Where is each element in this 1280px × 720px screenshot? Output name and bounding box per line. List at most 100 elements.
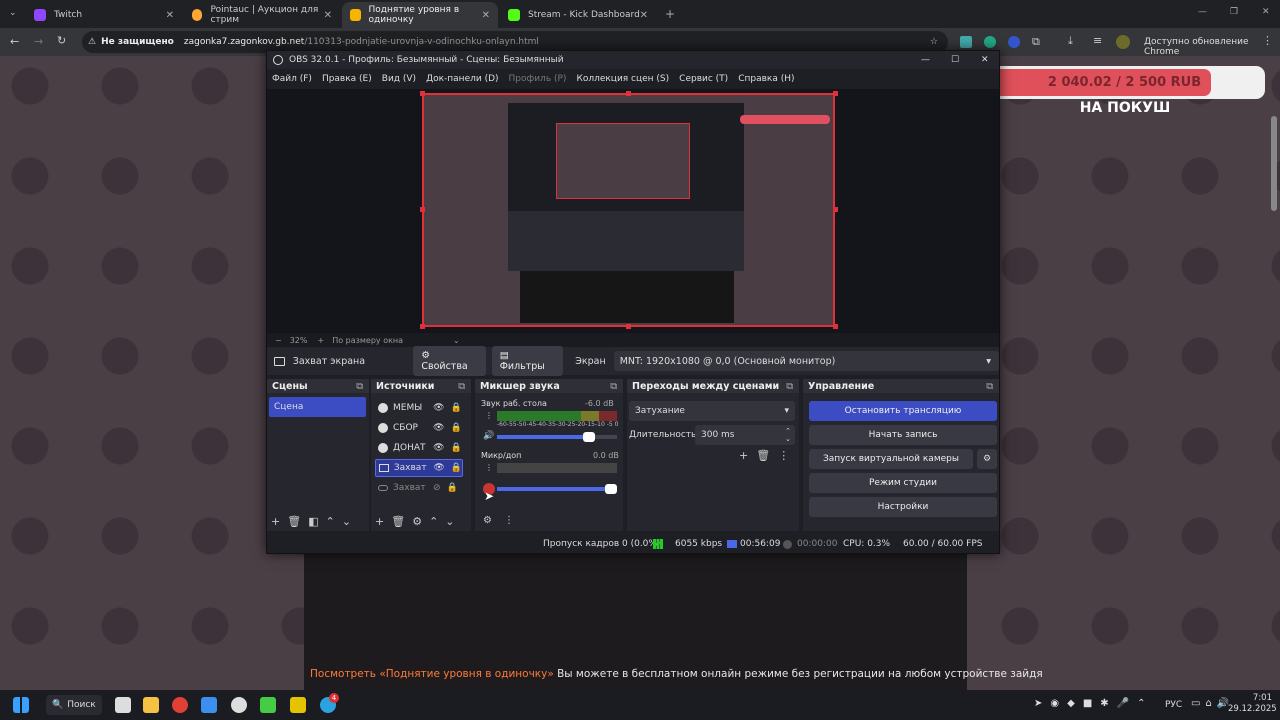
menu-dots-icon[interactable]: ⋮ — [504, 515, 514, 526]
title-link[interactable]: Посмотреть «Поднятие уровня в одиночку» — [310, 668, 554, 680]
lock-icon[interactable]: 🔒 — [450, 403, 461, 413]
resize-handle[interactable] — [420, 324, 425, 329]
eye-icon[interactable]: 👁 — [433, 443, 444, 453]
nvidia-tray-icon[interactable]: ■ — [1083, 698, 1100, 709]
menu-view[interactable]: Вид (V) — [382, 74, 416, 84]
screen-select[interactable]: MNT: 1920x1080 @ 0,0 (Основной монитор) … — [613, 351, 999, 371]
studio-mode-button[interactable]: Режим студии — [809, 473, 997, 493]
transition-select[interactable]: Затухание ▾ — [629, 401, 795, 421]
arrow-down-icon[interactable]: ⌄ — [445, 515, 461, 528]
spinner-icon[interactable]: ⌃ ⌄ — [785, 427, 791, 443]
chevron-up-icon[interactable]: ⌃ — [1137, 698, 1153, 709]
zoom-fit-select[interactable]: По размеру окна — [332, 336, 403, 345]
resize-handle[interactable] — [833, 324, 838, 329]
bookmark-star-icon[interactable]: ☆ — [930, 37, 938, 47]
tab-list-chevron-icon[interactable]: ⌄ — [9, 8, 17, 18]
clock[interactable]: 7:01 29.12.2025 — [1228, 693, 1277, 715]
menu-docks[interactable]: Док-панели (D) — [426, 74, 498, 84]
trash-icon[interactable]: 🗑 — [756, 449, 778, 462]
chrome-icon[interactable] — [172, 697, 188, 713]
volume-slider-knob[interactable] — [583, 432, 595, 442]
lock-icon[interactable]: 🔒 — [451, 463, 462, 473]
menu-dots-icon[interactable]: ⋮ — [485, 463, 493, 472]
task-view-icon[interactable] — [115, 697, 131, 713]
windows-start-icon[interactable] — [13, 697, 29, 713]
app-icon[interactable] — [290, 697, 306, 713]
zoom-out-button[interactable]: − — [275, 336, 282, 345]
tab-twitch[interactable]: Twitch ✕ — [26, 2, 182, 28]
preview-canvas[interactable] — [267, 89, 999, 333]
tab-kick[interactable]: Stream - Kick Dashboard ✕ — [500, 2, 656, 28]
arrow-down-icon[interactable]: ⌄ — [342, 515, 358, 528]
add-icon[interactable]: + — [375, 515, 391, 528]
source-item[interactable]: ДОНАТ 👁 🔒 — [375, 439, 463, 457]
filter-icon[interactable]: ◧ — [308, 515, 325, 528]
obs-icon[interactable] — [231, 697, 247, 713]
menu-dots-icon[interactable]: ⋮ — [1262, 34, 1273, 47]
forward-icon[interactable]: → — [34, 35, 43, 48]
close-window-icon[interactable]: ✕ — [1262, 7, 1270, 17]
close-icon[interactable]: ✕ — [482, 10, 490, 21]
media-icon[interactable]: ≡ — [1093, 34, 1102, 47]
extension-icon[interactable] — [984, 36, 996, 48]
resize-handle[interactable] — [833, 207, 838, 212]
start-virtual-camera-button[interactable]: Запуск виртуальной камеры — [809, 449, 973, 469]
stop-streaming-button[interactable]: Остановить трансляцию — [809, 401, 997, 421]
undock-icon[interactable]: ⧉ — [458, 381, 465, 392]
steam-tray-icon[interactable]: ◉ — [1050, 698, 1067, 709]
arrow-up-icon[interactable]: ⌃ — [429, 515, 445, 528]
resize-handle[interactable] — [420, 207, 425, 212]
tab-solo-leveling[interactable]: Поднятие уровня в одиночку ✕ — [342, 2, 498, 28]
volume-slider-track[interactable] — [497, 484, 617, 494]
menu-dots-icon[interactable]: ⋮ — [485, 411, 493, 420]
resize-handle[interactable] — [626, 324, 631, 329]
reload-icon[interactable]: ↻ — [57, 34, 66, 47]
arrow-up-icon[interactable]: ⌃ — [326, 515, 342, 528]
volume-slider-track[interactable] — [497, 432, 617, 442]
telegram-tray-icon[interactable]: ➤ — [1034, 698, 1050, 709]
source-item[interactable]: МЕМЫ 👁 🔒 — [375, 399, 463, 417]
maximize-icon[interactable]: ☐ — [951, 55, 959, 65]
download-icon[interactable]: ⤓ — [1068, 34, 1073, 48]
microphone-icon[interactable]: 🎤 — [1117, 698, 1137, 709]
undock-icon[interactable]: ⧉ — [610, 381, 617, 392]
close-window-icon[interactable]: ✕ — [981, 55, 989, 65]
menu-help[interactable]: Справка (H) — [738, 74, 794, 84]
properties-button[interactable]: ⚙ Свойства — [413, 346, 486, 376]
screen-capture-preview[interactable] — [422, 93, 835, 327]
source-item-selected[interactable]: Захват 👁 🔒 — [375, 459, 463, 477]
bluetooth-icon[interactable]: ✱ — [1100, 698, 1116, 709]
volume-slider-knob[interactable] — [605, 484, 617, 494]
avatar[interactable] — [1116, 35, 1130, 49]
trash-icon[interactable]: 🗑 — [287, 515, 308, 528]
tab-pointauc[interactable]: Pointauc | Аукцион для стрим ✕ — [184, 2, 340, 28]
minimize-icon[interactable]: — — [921, 55, 930, 65]
new-tab-icon[interactable]: + — [665, 7, 675, 21]
eye-icon[interactable]: 👁 — [433, 423, 444, 433]
undock-icon[interactable]: ⧉ — [786, 381, 793, 392]
menu-file[interactable]: Файл (F) — [272, 74, 312, 84]
undock-icon[interactable]: ⧉ — [986, 381, 993, 392]
zoom-in-button[interactable]: + — [317, 336, 324, 345]
security-label[interactable]: Не защищено — [101, 37, 174, 47]
close-icon[interactable]: ✕ — [640, 10, 648, 21]
lock-icon[interactable]: 🔒 — [450, 423, 461, 433]
close-icon[interactable]: ✕ — [324, 10, 332, 21]
start-recording-button[interactable]: Начать запись — [809, 425, 997, 445]
scene-item[interactable]: Сцена — [269, 397, 366, 417]
undock-icon[interactable]: ⧉ — [356, 381, 363, 392]
filters-button[interactable]: ▤ Фильтры — [491, 346, 564, 376]
taskbar-search[interactable]: 🔍 Поиск — [46, 695, 102, 715]
resize-handle[interactable] — [833, 91, 838, 96]
source-item-hidden[interactable]: Захват ⊘ 🔒 — [375, 479, 463, 497]
duration-input[interactable]: 300 ms ⌃ ⌄ — [695, 425, 795, 445]
warning-icon[interactable]: ⚠ — [88, 37, 96, 47]
minimize-icon[interactable]: — — [1198, 7, 1207, 17]
extensions-puzzle-icon[interactable]: ⧉ — [1032, 35, 1040, 49]
eye-icon[interactable]: 👁 — [433, 403, 444, 413]
menu-tools[interactable]: Сервис (T) — [679, 74, 728, 84]
eye-off-icon[interactable]: ⊘ — [433, 483, 441, 493]
kick-tray-icon[interactable]: ◆ — [1067, 698, 1083, 709]
language-indicator[interactable]: РУС — [1165, 700, 1182, 710]
menu-scene-collection[interactable]: Коллекция сцен (S) — [576, 74, 669, 84]
